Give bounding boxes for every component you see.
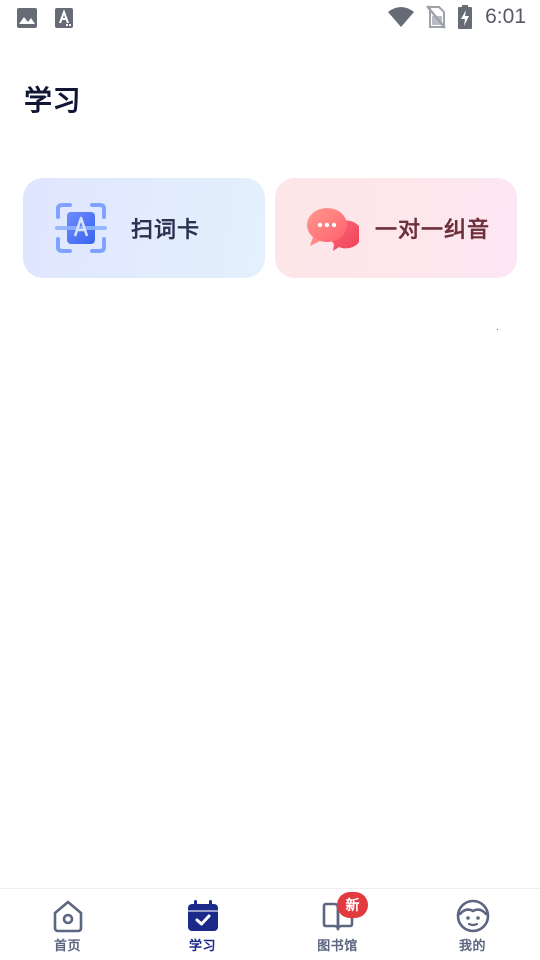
- status-bar: 6:01: [0, 0, 540, 36]
- home-icon: [53, 900, 82, 933]
- nav-item-library[interactable]: 图书馆 新: [270, 889, 405, 960]
- bottom-nav: 首页 学习 图书馆 新 我的: [0, 888, 540, 960]
- wifi-icon: [388, 7, 415, 27]
- no-sim-icon: [426, 5, 447, 29]
- status-time: 6:01: [485, 5, 526, 28]
- scan-word-card-label: 扫词卡: [131, 218, 201, 243]
- chat-bubbles-icon: [307, 208, 359, 251]
- nav-label-study: 学习: [188, 939, 216, 954]
- calendar-check-icon: [187, 900, 218, 931]
- battery-charging-icon: [458, 5, 473, 29]
- stray-pixel: [497, 329, 498, 330]
- page-title: 学习: [24, 84, 82, 117]
- text-a-icon: [55, 8, 73, 28]
- new-badge: 新: [337, 892, 368, 918]
- pronunciation-card-button[interactable]: 一对一纠音: [275, 178, 517, 278]
- scan-text-icon: [55, 203, 107, 253]
- scan-word-card-button[interactable]: 扫词卡: [23, 178, 265, 278]
- image-icon: [17, 8, 37, 28]
- nav-label-library: 图书馆: [317, 939, 358, 954]
- feature-cards: 扫词卡 一对一纠音: [23, 178, 517, 278]
- pronunciation-card-label: 一对一纠音: [375, 218, 491, 243]
- profile-face-icon: [456, 899, 489, 933]
- nav-item-home[interactable]: 首页: [0, 889, 135, 960]
- nav-item-mine[interactable]: 我的: [405, 889, 540, 960]
- nav-label-mine: 我的: [458, 939, 486, 954]
- nav-item-study[interactable]: 学习: [135, 889, 270, 960]
- nav-label-home: 首页: [53, 939, 81, 954]
